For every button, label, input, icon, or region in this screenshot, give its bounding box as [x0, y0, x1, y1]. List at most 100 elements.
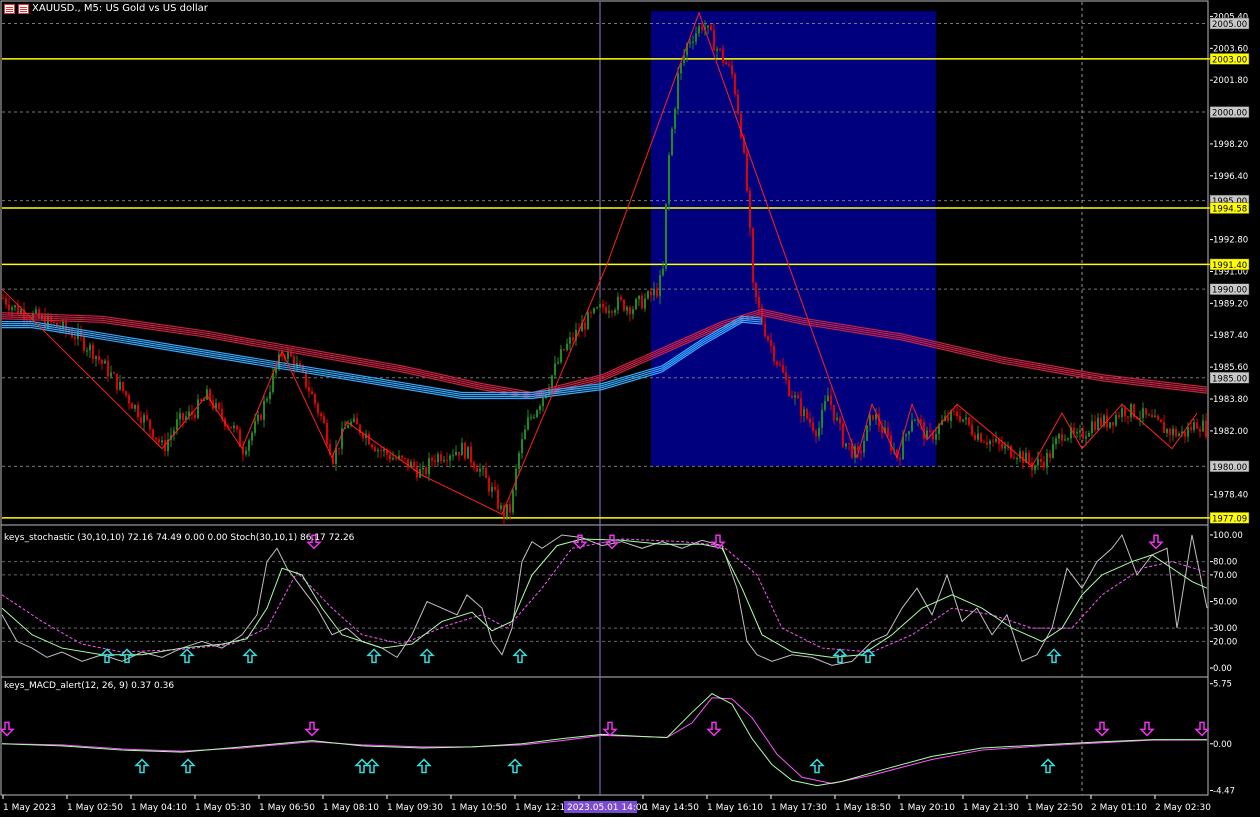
candle-body	[161, 440, 163, 443]
candle-body	[1187, 427, 1189, 437]
candle-body	[119, 381, 121, 390]
time-axis-label: 1 May 16:10	[707, 803, 763, 813]
candle-body	[464, 442, 466, 459]
candle-body	[116, 373, 118, 390]
candle-body	[1160, 419, 1162, 423]
candle-body	[983, 441, 985, 443]
candle-body	[1034, 465, 1036, 471]
candle-body	[677, 73, 679, 109]
candle-body	[953, 410, 955, 412]
candle-body	[506, 504, 508, 518]
stoch-buy-arrow-icon	[419, 648, 435, 664]
candle-body	[122, 381, 124, 392]
moving-average-slow	[1, 312, 1208, 398]
chart-canvas[interactable]: 2005.402003.602001.801998.201996.401992.…	[0, 0, 1260, 817]
candle-body	[35, 309, 37, 314]
candle-body	[158, 439, 160, 443]
candle-body	[1121, 408, 1123, 417]
candle-body	[128, 395, 130, 404]
candle-body	[707, 25, 709, 28]
candle-body	[521, 439, 523, 453]
chart-frame	[0, 0, 1209, 796]
candle-body	[1127, 416, 1129, 418]
candle-body	[1076, 432, 1078, 434]
candle-body	[908, 431, 910, 435]
candle-body	[872, 415, 874, 420]
chart-type-icon[interactable]	[18, 3, 29, 14]
candle-body	[524, 429, 526, 440]
candle-body	[509, 504, 511, 513]
candle-body	[1052, 444, 1054, 458]
candle-body	[920, 419, 922, 423]
price-tick-label: 1985.60	[1213, 363, 1248, 373]
candle-body	[104, 360, 106, 364]
candle-body	[95, 356, 97, 360]
macd-buy-arrow-icon	[134, 758, 150, 774]
candle-body	[1172, 428, 1174, 436]
candle-body	[257, 414, 259, 422]
candle-body	[1205, 420, 1207, 437]
candle-body	[1046, 453, 1048, 468]
candle-body	[806, 409, 808, 419]
candle-body	[791, 395, 793, 398]
macd-main-line	[1, 693, 1207, 787]
macd-sell-arrow-icon	[1139, 721, 1155, 737]
candle-body	[716, 48, 718, 51]
candle-body	[152, 429, 154, 438]
candle-body	[974, 434, 976, 440]
candle-body	[440, 454, 442, 462]
candle-body	[305, 371, 307, 388]
candle-body	[1184, 431, 1186, 437]
time-axis-label: 2 May 02:30	[1155, 803, 1211, 813]
candle-body	[968, 417, 970, 425]
candle-body	[758, 297, 760, 308]
macd-sell-arrow-icon	[1094, 721, 1110, 737]
candle-body	[971, 424, 973, 435]
candle-body	[182, 413, 184, 421]
candle-body	[608, 311, 610, 313]
candle-body	[905, 434, 907, 437]
chart-window-icon[interactable]	[4, 3, 15, 14]
price-tick-label: 1996.40	[1213, 172, 1248, 182]
candle-body	[1163, 422, 1165, 433]
candle-body	[401, 455, 403, 458]
candle-body	[383, 449, 385, 452]
candle-body	[143, 415, 145, 423]
candle-body	[455, 451, 457, 456]
candle-body	[665, 203, 667, 269]
candle-body	[1004, 445, 1006, 449]
candle-body	[965, 417, 967, 420]
candle-body	[206, 389, 208, 400]
candle-body	[1166, 429, 1168, 433]
candle-body	[596, 307, 598, 309]
time-axis-label: 1 May 05:30	[195, 803, 251, 813]
session-box	[651, 11, 936, 467]
candle-body	[818, 427, 820, 437]
candle-body	[1094, 421, 1096, 430]
candle-body	[800, 398, 802, 416]
candle-body	[287, 351, 289, 359]
time-axis-label: 1 May 17:30	[771, 803, 827, 813]
candle-body	[155, 437, 157, 440]
candle-body	[1115, 415, 1117, 426]
time-axis-label: 1 May 02:50	[67, 803, 123, 813]
candle-body	[494, 486, 496, 490]
candle-body	[989, 440, 991, 445]
macd-sell-arrow-icon	[0, 721, 15, 737]
candle-body	[374, 447, 376, 452]
candle-body	[656, 288, 658, 297]
candle-body	[977, 433, 979, 440]
candle-body	[1175, 428, 1177, 436]
candle-body	[722, 49, 724, 63]
candle-body	[326, 423, 328, 445]
price-level-label: 1991.40	[1212, 261, 1247, 271]
candle-body	[110, 372, 112, 377]
candle-body	[698, 26, 700, 34]
time-axis-label: 1 May 09:30	[387, 803, 443, 813]
candle-body	[797, 395, 799, 399]
candle-body	[767, 336, 769, 341]
price-level-label: 2005.00	[1212, 20, 1247, 30]
candle-body	[659, 275, 661, 297]
candle-body	[197, 399, 199, 418]
candle-body	[1028, 452, 1030, 463]
